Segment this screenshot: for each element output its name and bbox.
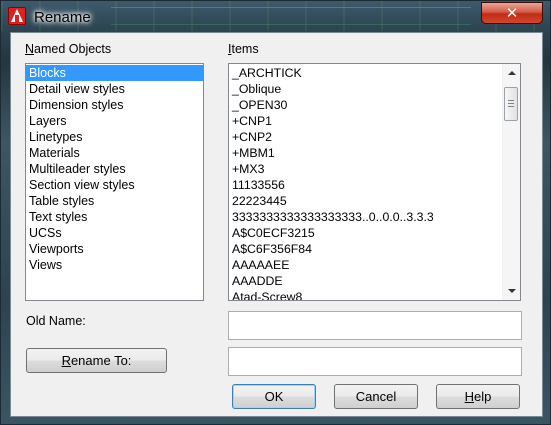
named-object-item[interactable]: Table styles — [26, 193, 203, 209]
rename-dialog-window: Rename ✕ Named Objects Blocks Detail view… — [0, 0, 551, 425]
item-entry[interactable]: A$C0ECF3215 — [229, 225, 504, 241]
ok-button[interactable]: OK — [232, 384, 316, 409]
items-list: _ARCHTICK _Oblique _OPEN30 +CNP1 +CNP2 +MBM1 +… — [229, 64, 504, 300]
item-entry[interactable]: 22223445 — [229, 193, 504, 209]
named-objects-list: Blocks Detail view styles Dimension styles… — [26, 64, 203, 273]
old-name-label: Old Name: — [26, 314, 86, 328]
named-object-item[interactable]: Views — [26, 257, 203, 273]
scroll-down-arrow-icon[interactable] — [508, 289, 516, 293]
named-object-item[interactable]: Text styles — [26, 209, 203, 225]
item-entry[interactable]: +MX3 — [229, 161, 504, 177]
item-entry[interactable]: +CNP2 — [229, 129, 504, 145]
item-entry[interactable]: _Oblique — [229, 81, 504, 97]
scroll-up-arrow-icon[interactable] — [508, 71, 516, 75]
old-name-field[interactable] — [228, 311, 522, 340]
item-entry[interactable]: _OPEN30 — [229, 97, 504, 113]
items-scrollbar[interactable] — [502, 64, 520, 300]
close-button[interactable]: ✕ — [481, 2, 543, 24]
title-bar[interactable]: Rename ✕ — [1, 1, 550, 33]
named-object-item[interactable]: Layers — [26, 113, 203, 129]
named-object-item[interactable]: Section view styles — [26, 177, 203, 193]
dialog-client-area: Named Objects Blocks Detail view styles Di… — [10, 32, 543, 417]
named-object-item[interactable]: Dimension styles — [26, 97, 203, 113]
item-entry[interactable]: +MBM1 — [229, 145, 504, 161]
item-entry[interactable]: Atad-Screw8 — [229, 289, 504, 300]
item-entry[interactable]: AAAAAEE — [229, 257, 504, 273]
scrollbar-thumb[interactable] — [504, 87, 518, 121]
item-entry[interactable]: 11133556 — [229, 177, 504, 193]
named-objects-listbox[interactable]: Blocks Detail view styles Dimension styles… — [25, 63, 204, 301]
named-object-item[interactable]: Linetypes — [26, 129, 203, 145]
close-icon: ✕ — [505, 4, 519, 22]
autocad-app-icon[interactable] — [8, 7, 26, 25]
item-entry[interactable]: A$C6F356F84 — [229, 241, 504, 257]
named-object-item[interactable]: UCSs — [26, 225, 203, 241]
named-object-item[interactable]: Materials — [26, 145, 203, 161]
item-entry[interactable]: +CNP1 — [229, 113, 504, 129]
named-objects-label: Named Objects — [25, 42, 112, 56]
window-title: Rename — [34, 9, 91, 26]
item-entry[interactable]: _ARCHTICK — [229, 65, 504, 81]
named-object-item[interactable]: Blocks — [26, 65, 203, 81]
rename-to-button[interactable]: Rename To: — [26, 348, 167, 373]
help-button[interactable]: Help — [436, 384, 520, 409]
named-object-item[interactable]: Viewports — [26, 241, 203, 257]
named-object-item[interactable]: Multileader styles — [26, 161, 203, 177]
named-object-item[interactable]: Detail view styles — [26, 81, 203, 97]
cancel-button[interactable]: Cancel — [334, 384, 418, 409]
items-listbox[interactable]: _ARCHTICK _Oblique _OPEN30 +CNP1 +CNP2 +MBM1 +… — [228, 63, 521, 301]
items-label: Items — [228, 42, 259, 56]
rename-to-field[interactable] — [228, 347, 522, 376]
item-entry[interactable]: 3333333333333333333..0..0.0..3.3.3 — [229, 209, 504, 225]
item-entry[interactable]: AAADDE — [229, 273, 504, 289]
